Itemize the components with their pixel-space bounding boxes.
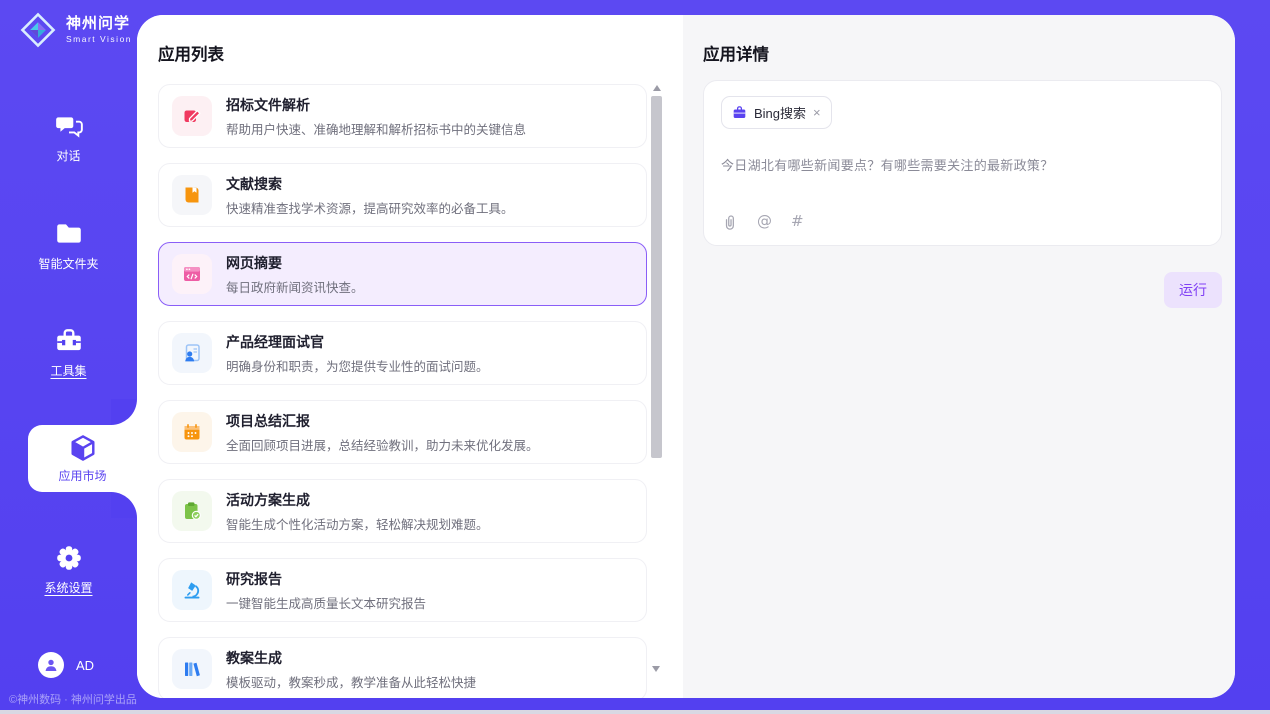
sidebar-item-label: 工具集	[50, 362, 86, 379]
books-icon	[172, 649, 212, 689]
app-card-title: 活动方案生成	[226, 490, 489, 510]
app-list-title: 应用列表	[158, 41, 683, 65]
person-icon	[42, 656, 60, 674]
cube-icon	[68, 433, 98, 463]
app-card-description: 帮助用户快速、准确地理解和解析招标书中的关键信息	[226, 119, 526, 138]
sidebar-item-label: 对话	[56, 147, 80, 164]
sidebar-item-settings[interactable]: 系统设置	[0, 543, 137, 596]
sidebar-item-app-market[interactable]: 应用市场	[28, 425, 137, 492]
app-card-description: 明确身份和职责，为您提供专业性的面试问题。	[226, 356, 489, 375]
user-account[interactable]: AD	[38, 652, 94, 678]
app-card-web-summary[interactable]: 网页摘要 每日政府新闻资讯快查。	[158, 242, 647, 306]
app-card-pm-interviewer[interactable]: 产品经理面试官 明确身份和职责，为您提供专业性的面试问题。	[158, 321, 647, 385]
sidebar-item-label: 智能文件夹	[38, 255, 98, 272]
sidebar-item-chat[interactable]: 对话	[0, 111, 137, 164]
app-card-event-plan[interactable]: 活动方案生成 智能生成个性化活动方案，轻松解决规划难题。	[158, 479, 647, 543]
toolbox-icon	[54, 326, 84, 356]
app-list-scrollbar[interactable]	[650, 84, 663, 672]
logo-diamond-icon	[18, 10, 58, 50]
brand-name: 神州问学	[66, 16, 132, 33]
app-card-title: 教案生成	[226, 648, 476, 668]
tag-close-icon[interactable]: ×	[813, 106, 821, 119]
app-list-section: 应用列表 招标文件解析 帮助用户快速、准确地理解和解析招标书中的关键信息	[137, 15, 683, 698]
app-card-description: 智能生成个性化活动方案，轻松解决规划难题。	[226, 514, 489, 533]
copyright-text: ©神州数码 · 神州问学出品	[9, 691, 137, 707]
hash-tag-icon[interactable]: #	[791, 212, 804, 230]
person-doc-icon	[172, 333, 212, 373]
app-card-title: 网页摘要	[226, 253, 364, 273]
clipboard-check-icon	[172, 491, 212, 531]
app-card-bid-parsing[interactable]: 招标文件解析 帮助用户快速、准确地理解和解析招标书中的关键信息	[158, 84, 647, 148]
app-card-description: 一键智能生成高质量长文本研究报告	[226, 593, 426, 612]
tool-tag-label: Bing搜索	[754, 103, 806, 122]
app-card-list: 招标文件解析 帮助用户快速、准确地理解和解析招标书中的关键信息 文献搜索 快速精…	[158, 84, 647, 698]
app-card-description: 模板驱动，教案秒成，教学准备从此轻松快捷	[226, 672, 476, 691]
prompt-input[interactable]: 今日湖北有哪些新闻要点？有哪些需要关注的最新政策？	[721, 155, 1204, 174]
app-card-title: 研究报告	[226, 569, 426, 589]
app-card-research-report[interactable]: 研究报告 一键智能生成高质量长文本研究报告	[158, 558, 647, 622]
browser-code-icon	[172, 254, 212, 294]
pen-square-icon	[172, 96, 212, 136]
sidebar-item-label: 系统设置	[44, 579, 92, 596]
sidebar-item-label: 应用市场	[58, 467, 106, 484]
app-card-title: 项目总结汇报	[226, 411, 539, 431]
tab-curve-bottom	[111, 492, 137, 518]
run-button[interactable]: 运行	[1164, 272, 1222, 308]
app-detail-title: 应用详情	[703, 41, 1235, 65]
folder-icon	[54, 219, 84, 249]
prompt-card: Bing搜索 × 今日湖北有哪些新闻要点？有哪些需要关注的最新政策？ @ #	[703, 80, 1222, 246]
scrollbar-thumb[interactable]	[651, 96, 662, 458]
app-card-description: 每日政府新闻资讯快查。	[226, 277, 364, 296]
at-mention-icon[interactable]: @	[757, 212, 772, 230]
chat-icon	[54, 111, 84, 141]
app-card-lesson-plan[interactable]: 教案生成 模板驱动，教案秒成，教学准备从此轻松快捷	[158, 637, 647, 698]
microscope-icon	[172, 570, 212, 610]
bottom-edge-strip	[0, 710, 1270, 714]
brand-logo: 神州问学 Smart Vision	[18, 10, 132, 50]
user-name: AD	[76, 658, 94, 673]
main-panel: 应用列表 招标文件解析 帮助用户快速、准确地理解和解析招标书中的关键信息	[137, 15, 1235, 698]
scroll-down-arrow-icon[interactable]	[652, 666, 660, 672]
app-card-title: 招标文件解析	[226, 95, 526, 115]
briefcase-icon	[732, 105, 747, 120]
paperclip-icon[interactable]	[721, 213, 738, 230]
app-card-literature-search[interactable]: 文献搜索 快速精准查找学术资源，提高研究效率的必备工具。	[158, 163, 647, 227]
scroll-up-arrow-icon[interactable]	[653, 85, 661, 91]
app-card-project-summary[interactable]: 项目总结汇报 全面回顾项目进展，总结经验教训，助力未来优化发展。	[158, 400, 647, 464]
gear-icon	[54, 543, 84, 573]
sidebar: 神州问学 Smart Vision 对话 智能文件夹 工具集	[0, 0, 137, 714]
calendar-icon	[172, 412, 212, 452]
app-card-description: 快速精准查找学术资源，提高研究效率的必备工具。	[226, 198, 514, 217]
avatar	[38, 652, 64, 678]
attachment-toolbar: @ #	[721, 212, 1204, 230]
tool-tag-bing-search[interactable]: Bing搜索 ×	[721, 96, 832, 129]
app-card-title: 文献搜索	[226, 174, 514, 194]
book-icon	[172, 175, 212, 215]
sidebar-item-toolset[interactable]: 工具集	[0, 326, 137, 379]
app-card-description: 全面回顾项目进展，总结经验教训，助力未来优化发展。	[226, 435, 539, 454]
brand-tagline: Smart Vision	[66, 35, 132, 44]
app-detail-section: 应用详情 Bing搜索 × 今日湖北有哪些新闻要点？有哪些需要关注的最新政策？ …	[683, 15, 1235, 698]
app-card-title: 产品经理面试官	[226, 332, 489, 352]
tab-curve-top	[111, 399, 137, 425]
sidebar-item-smart-folders[interactable]: 智能文件夹	[0, 219, 137, 272]
